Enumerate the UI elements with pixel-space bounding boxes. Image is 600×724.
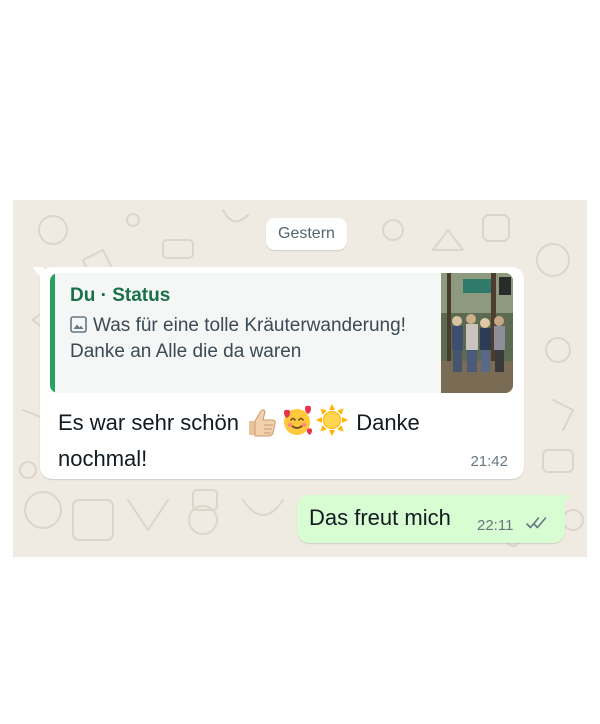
outgoing-message-text: Das freut mich <box>309 505 451 530</box>
incoming-message-time: 21:42 <box>470 453 508 470</box>
smiling-face-with-hearts-emoji-icon <box>284 405 313 435</box>
date-separator: Gestern <box>266 218 347 250</box>
message-text-part: Es war sehr schön <box>58 410 246 435</box>
outgoing-message-bubble[interactable]: Das freut mich 22:11 <box>297 495 565 543</box>
incoming-message-bubble[interactable]: Du · Status Was für eine tolle Kräuterwa… <box>40 267 524 479</box>
quoted-status-reply[interactable]: Du · Status Was für eine tolle Kräuterwa… <box>50 273 513 393</box>
quote-text: Was für eine tolle Kräuterwanderung! Dan… <box>70 315 406 362</box>
chat-area: Gestern Du · Status Was für eine tolle K… <box>13 200 587 557</box>
incoming-message-text: Es war sehr schön Danke nochmal! <box>58 403 488 477</box>
quote-author: Du · Status <box>70 285 171 306</box>
quote-accent-bar <box>50 273 55 393</box>
sun-emoji-icon <box>316 404 349 436</box>
outgoing-message-time: 22:11 <box>477 517 514 534</box>
image-icon <box>70 316 87 333</box>
quote-body: Was für eine tolle Kräuterwanderung! Dan… <box>70 313 430 365</box>
double-check-icon <box>526 517 547 529</box>
status-thumbnail-image[interactable] <box>441 273 513 393</box>
thumbs-up-emoji-icon <box>249 409 276 437</box>
